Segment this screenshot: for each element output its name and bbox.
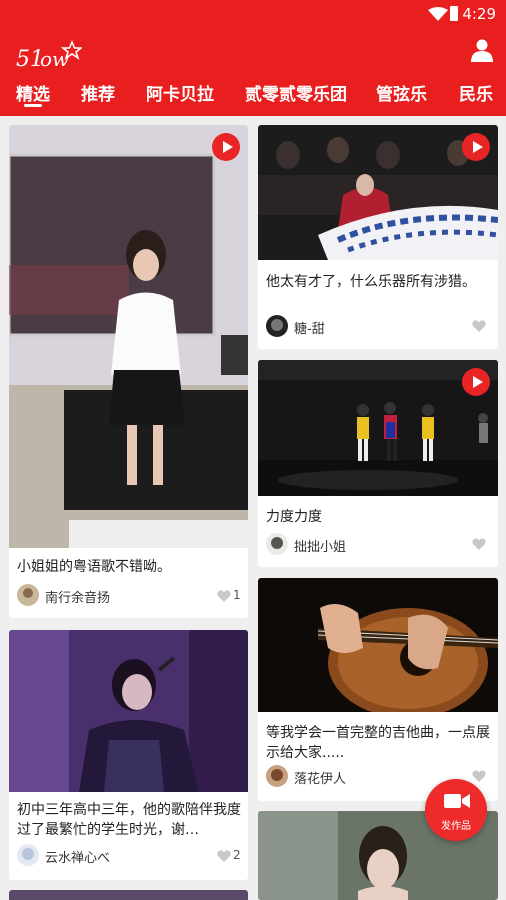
- video-title: 小姐姐的粤语歌不错呦。: [17, 559, 171, 575]
- play-icon[interactable]: [462, 133, 490, 161]
- tab-folk-music[interactable]: 民乐: [459, 80, 493, 105]
- author-name: 南行余音扬: [45, 591, 111, 606]
- author-name: 落花伊人: [294, 772, 347, 787]
- like-icon[interactable]: [217, 850, 231, 862]
- category-tabs: 精选 推荐 阿卡贝拉 贰零贰零乐团 管弦乐 民乐: [0, 80, 506, 112]
- battery-icon: [450, 6, 458, 21]
- profile-icon[interactable]: [470, 38, 494, 62]
- like-icon[interactable]: [217, 590, 231, 602]
- publish-button-label: 发作品: [441, 821, 471, 832]
- like-count: 2: [233, 848, 241, 862]
- video-thumbnail: [9, 630, 248, 792]
- wifi-icon: [428, 7, 448, 21]
- video-thumbnail: [9, 125, 248, 548]
- video-title: 力度力度: [266, 509, 322, 525]
- play-icon[interactable]: [212, 133, 240, 161]
- publish-button[interactable]: 发作品: [425, 779, 487, 841]
- video-card[interactable]: 小姐姐的粤语歌不错呦。 南行余音扬 1: [9, 125, 248, 618]
- like-icon[interactable]: [472, 538, 486, 550]
- tab-2020-band[interactable]: 贰零贰零乐团: [245, 80, 347, 105]
- play-icon[interactable]: [462, 368, 490, 396]
- video-title: 初中三年高中三年，他的歌陪伴我度过了最繁忙的学生时光，谢…: [17, 802, 241, 838]
- tab-featured[interactable]: 精选: [16, 80, 50, 105]
- status-bar: 4:29: [0, 0, 506, 28]
- tab-a-cappella[interactable]: 阿卡贝拉: [146, 80, 214, 105]
- status-time: 4:29: [462, 5, 496, 23]
- video-card[interactable]: 力度力度 拙拙小姐: [258, 360, 498, 567]
- avatar: [266, 315, 288, 337]
- tab-orchestral[interactable]: 管弦乐: [376, 80, 427, 105]
- like-icon[interactable]: [472, 320, 486, 332]
- active-tab-indicator: [24, 104, 42, 107]
- video-card[interactable]: 初中三年高中三年，他的歌陪伴我度过了最繁忙的学生时光，谢… 云水禅心べ 2: [9, 630, 248, 880]
- tab-recommended[interactable]: 推荐: [81, 80, 115, 105]
- video-thumbnail: [9, 890, 248, 900]
- author-name: 糖-甜: [294, 322, 325, 337]
- like-icon[interactable]: [472, 770, 486, 782]
- video-thumbnail: [258, 578, 498, 712]
- avatar: [266, 533, 288, 555]
- video-camera-icon: [444, 794, 470, 808]
- app-header: 4:29 51 ow 精选 推荐 阿卡贝拉 贰零贰零乐团 管弦乐 民乐: [0, 0, 506, 116]
- video-card[interactable]: [9, 890, 248, 900]
- like-count: 1: [233, 588, 241, 602]
- author-name: 云水禅心べ: [45, 851, 111, 866]
- author-name: 拙拙小姐: [294, 540, 347, 555]
- avatar: [17, 844, 39, 866]
- avatar: [266, 765, 288, 787]
- video-card[interactable]: 等我学会一首完整的吉他曲，一点展示给大家..... 落花伊人: [258, 578, 498, 801]
- video-title: 他太有才了，什么乐器所有涉猎。: [266, 274, 476, 290]
- video-title: 等我学会一首完整的吉他曲，一点展示给大家.....: [266, 725, 490, 761]
- video-card[interactable]: 他太有才了，什么乐器所有涉猎。 糖-甜: [258, 125, 498, 349]
- app-logo[interactable]: 51 ow: [16, 40, 82, 70]
- avatar: [17, 584, 39, 606]
